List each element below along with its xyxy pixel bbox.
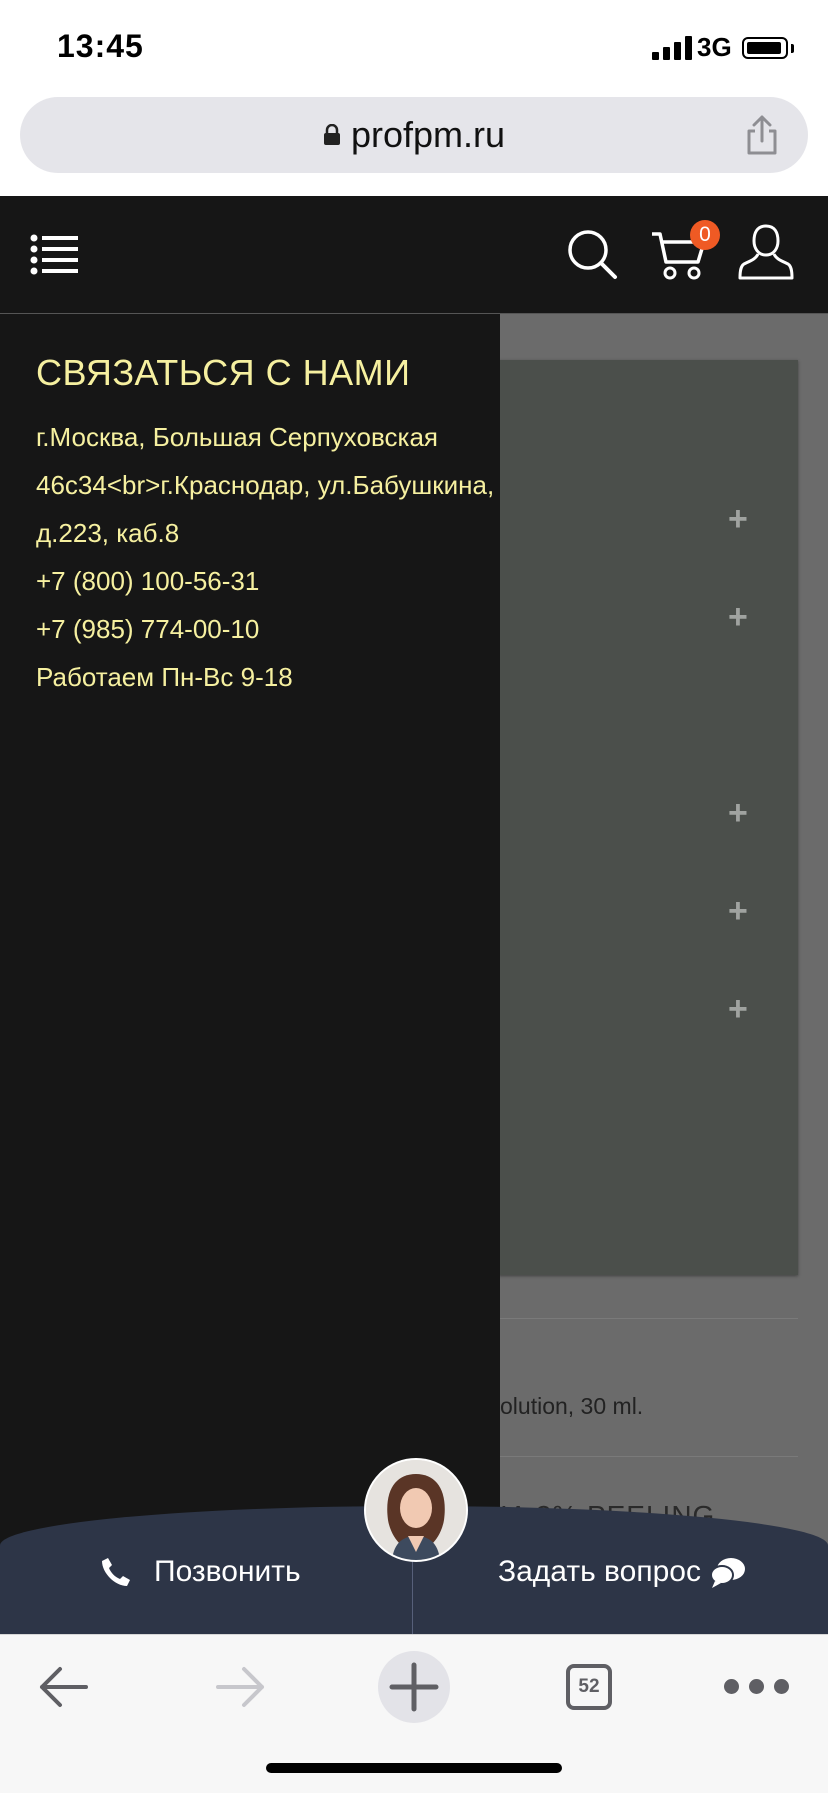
address-bar[interactable]: profpm.ru: [20, 97, 808, 173]
url-text[interactable]: profpm.ru: [351, 114, 505, 156]
cart-count-badge: 0: [690, 220, 720, 250]
contact-divider: [412, 1560, 413, 1634]
tabs-count-button[interactable]: 52: [566, 1664, 612, 1710]
status-time: 13:45: [57, 28, 144, 64]
call-button[interactable]: Позвонить: [100, 1548, 301, 1596]
network-type: 3G: [697, 32, 732, 62]
back-icon[interactable]: [38, 1665, 90, 1709]
expand-plus-icon[interactable]: +: [728, 600, 748, 634]
site-header: 0: [0, 196, 828, 314]
phone-icon: [102, 1558, 130, 1586]
forward-icon[interactable]: [214, 1665, 266, 1709]
menu-icon[interactable]: [30, 234, 80, 276]
lock-icon: [323, 124, 340, 145]
call-label: Позвонить: [154, 1555, 301, 1588]
consultant-avatar[interactable]: [364, 1458, 468, 1562]
search-icon[interactable]: [566, 228, 618, 280]
more-icon[interactable]: [724, 1679, 808, 1695]
new-tab-button[interactable]: [378, 1651, 450, 1723]
signal-icon: [652, 36, 692, 60]
expand-plus-icon[interactable]: +: [728, 796, 748, 830]
drawer-title: СВЯЗАТЬСЯ С НАМИ: [36, 352, 411, 393]
phone-link-1[interactable]: +7 (800) 100-56-31: [36, 557, 259, 605]
plus-icon: [389, 1662, 439, 1712]
address-line: д.223, каб.8: [36, 518, 180, 548]
share-icon[interactable]: [742, 113, 782, 157]
phone-link-2[interactable]: +7 (985) 774-00-10: [36, 605, 259, 653]
page-card: [498, 360, 798, 1275]
ask-label: Задать вопрос: [498, 1555, 701, 1588]
working-hours: Работаем Пн-Вс 9-18: [36, 662, 293, 692]
expand-plus-icon[interactable]: +: [728, 894, 748, 928]
status-bar: 13:45 3G: [0, 0, 828, 96]
address-line: 46с34<br>г.Краснодар, ул.Бабушкина,: [36, 470, 495, 500]
expand-plus-icon[interactable]: +: [728, 502, 748, 536]
chat-icon: [709, 1558, 745, 1588]
ask-question-button[interactable]: Задать вопрос: [498, 1548, 747, 1596]
user-icon[interactable]: [738, 222, 794, 282]
product-description-fragment: olution, 30 ml.: [500, 1393, 644, 1419]
battery-tip: [791, 44, 794, 53]
battery-icon: [742, 37, 788, 59]
address-line: г.Москва, Большая Серпуховская: [36, 422, 438, 452]
home-indicator: [266, 1763, 562, 1773]
expand-plus-icon[interactable]: +: [728, 992, 748, 1026]
